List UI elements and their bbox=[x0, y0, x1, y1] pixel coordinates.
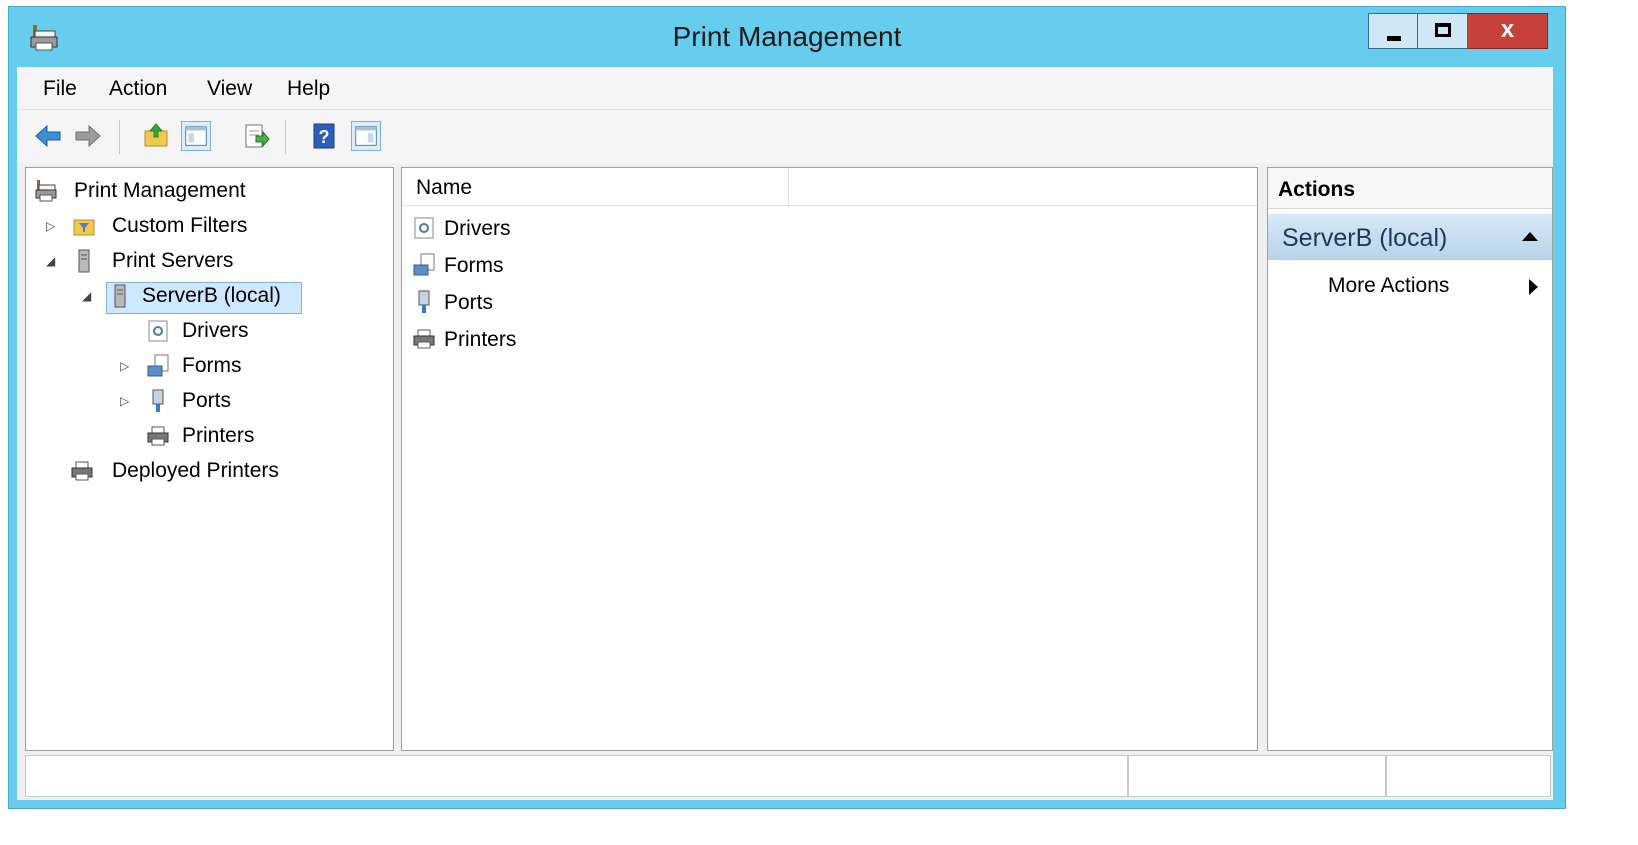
forms-icon bbox=[147, 354, 169, 377]
tree-item-print-management[interactable]: Print Management bbox=[34, 176, 334, 206]
tree-label: Printers bbox=[182, 424, 255, 447]
status-cell-main bbox=[25, 755, 1128, 797]
column-header-label: Name bbox=[416, 176, 473, 199]
minimize-button[interactable] bbox=[1368, 13, 1418, 49]
menu-view[interactable]: View bbox=[207, 77, 252, 101]
close-button[interactable]: x bbox=[1468, 13, 1548, 49]
server-icon bbox=[114, 284, 126, 308]
list-item-label: Printers bbox=[444, 328, 517, 351]
console-tree-pane[interactable]: Print Management ▷ Custom Filters ◢ Prin… bbox=[25, 167, 394, 751]
collapse-section-icon[interactable] bbox=[1522, 232, 1538, 241]
close-icon: x bbox=[1500, 16, 1515, 43]
filter-folder-icon bbox=[73, 219, 95, 236]
minimize-icon bbox=[1387, 36, 1401, 41]
tree-item-printers[interactable]: Printers bbox=[146, 421, 376, 451]
more-actions-link[interactable]: More Actions bbox=[1328, 272, 1538, 302]
print-management-icon bbox=[35, 180, 57, 202]
toolbar-separator bbox=[285, 120, 286, 154]
tree-item-print-servers[interactable]: ◢ Print Servers bbox=[34, 246, 334, 276]
column-header-name[interactable]: Name bbox=[402, 168, 789, 206]
tree-label: ServerB (local) bbox=[142, 284, 281, 307]
show-hide-console-tree-icon[interactable] bbox=[181, 121, 211, 151]
expand-arrow-icon[interactable]: ▷ bbox=[120, 360, 132, 372]
more-actions-label: More Actions bbox=[1328, 274, 1450, 297]
collapse-arrow-icon[interactable]: ◢ bbox=[82, 290, 94, 302]
tree-label: Print Management bbox=[74, 179, 246, 202]
printer-icon bbox=[147, 426, 169, 446]
tree-item-serverb-local[interactable]: ◢ ServerB (local) bbox=[76, 281, 376, 311]
actions-header: Actions bbox=[1268, 168, 1552, 209]
tree-item-drivers[interactable]: Drivers bbox=[146, 316, 376, 346]
menu-help[interactable]: Help bbox=[287, 77, 330, 101]
export-list-icon[interactable] bbox=[241, 121, 271, 151]
printer-icon bbox=[71, 461, 93, 481]
up-folder-icon[interactable] bbox=[141, 121, 171, 151]
menu-file[interactable]: File bbox=[43, 77, 77, 101]
drivers-icon bbox=[148, 320, 168, 342]
toolbar-separator bbox=[119, 120, 120, 154]
tree-label: Drivers bbox=[182, 319, 249, 342]
expand-arrow-icon[interactable]: ▷ bbox=[120, 395, 132, 407]
collapse-arrow-icon[interactable]: ◢ bbox=[46, 255, 58, 267]
menu-bar: File Action View Help bbox=[17, 67, 1553, 109]
list-item-label: Drivers bbox=[444, 217, 511, 240]
back-arrow-icon[interactable] bbox=[33, 121, 63, 151]
forward-arrow-icon[interactable] bbox=[73, 121, 103, 151]
content-area: Print Management ▷ Custom Filters ◢ Prin… bbox=[17, 163, 1553, 753]
status-cell-secondary bbox=[1128, 755, 1386, 797]
help-icon[interactable]: ? bbox=[309, 121, 339, 151]
list-item-label: Ports bbox=[444, 291, 494, 314]
ports-icon bbox=[152, 389, 164, 412]
printer-icon bbox=[413, 329, 435, 349]
print-management-window: Print Management x File Action View Help bbox=[8, 6, 1566, 809]
tree-label: Print Servers bbox=[112, 249, 234, 272]
tree-item-custom-filters[interactable]: ▷ Custom Filters bbox=[34, 211, 334, 241]
maximize-icon bbox=[1435, 23, 1451, 37]
tree-label: Forms bbox=[182, 354, 242, 377]
svg-text:?: ? bbox=[319, 127, 330, 147]
tree-label: Deployed Printers bbox=[112, 459, 279, 482]
window-title: Print Management bbox=[672, 21, 902, 52]
menu-action[interactable]: Action bbox=[109, 77, 167, 101]
tree-item-deployed-printers[interactable]: Deployed Printers bbox=[70, 456, 370, 486]
expand-arrow-icon[interactable]: ▷ bbox=[46, 220, 58, 232]
tree-item-forms[interactable]: ▷ Forms bbox=[120, 351, 370, 381]
tree-label: Custom Filters bbox=[112, 214, 248, 237]
title-bar[interactable]: Print Management x bbox=[9, 7, 1565, 65]
server-icon bbox=[78, 249, 90, 273]
drivers-icon bbox=[414, 217, 434, 239]
actions-section-title: ServerB (local) bbox=[1282, 224, 1448, 252]
list-item-label: Forms bbox=[444, 254, 504, 277]
status-bar bbox=[17, 753, 1553, 800]
submenu-arrow-icon bbox=[1529, 279, 1538, 295]
actions-section-serverb[interactable]: ServerB (local) bbox=[1268, 214, 1552, 260]
actions-title: Actions bbox=[1278, 178, 1356, 201]
maximize-button[interactable] bbox=[1418, 13, 1468, 49]
toolbar: ? bbox=[17, 109, 1553, 164]
show-hide-action-pane-icon[interactable] bbox=[351, 121, 381, 151]
status-cell-tertiary bbox=[1386, 755, 1551, 797]
list-pane[interactable]: Name Drivers Forms Ports Printers bbox=[401, 167, 1258, 751]
tree-item-ports[interactable]: ▷ Ports bbox=[120, 386, 370, 416]
tree-label: Ports bbox=[182, 389, 232, 412]
actions-pane: Actions ServerB (local) More Actions bbox=[1267, 167, 1553, 751]
column-header-filler bbox=[789, 168, 1257, 206]
forms-icon bbox=[413, 253, 435, 276]
ports-icon bbox=[418, 290, 430, 313]
